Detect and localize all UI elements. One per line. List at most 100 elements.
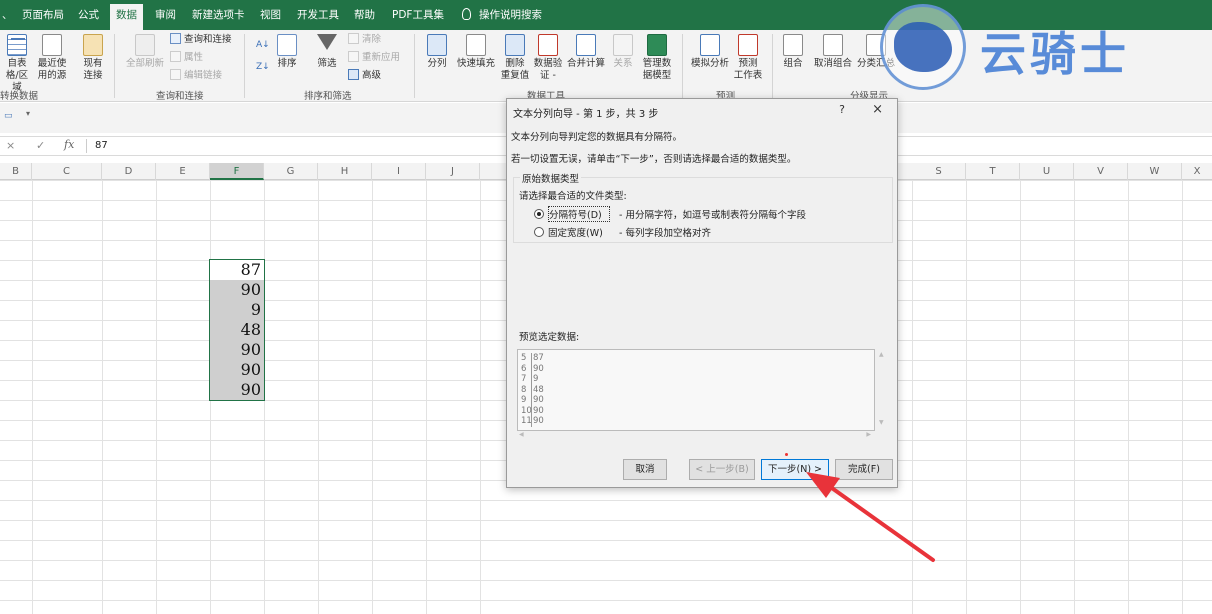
column-header-f[interactable]: F [210, 163, 264, 180]
text-to-columns-button[interactable]: 分列 [424, 34, 450, 70]
existing-connections-button[interactable]: 现有 连接 [80, 34, 106, 82]
existing-connections-icon [83, 34, 103, 56]
from-table-button[interactable]: 自表 格/区域 [2, 34, 32, 94]
relationships-button[interactable]: 关系 [610, 34, 636, 70]
column-header-v[interactable]: V [1074, 163, 1128, 180]
save-icon[interactable]: ▭ [4, 111, 13, 121]
consolidate-label: 合并计算 [566, 58, 605, 69]
ungroup-button[interactable]: 取消组合 [812, 34, 854, 70]
next-button[interactable]: 下一步(N) > [761, 459, 829, 480]
consolidate-button[interactable]: 合并计算 [566, 34, 606, 70]
fixed-width-radio[interactable] [534, 227, 544, 237]
tab-file[interactable]: 、 [0, 6, 15, 30]
grid-line [966, 180, 967, 614]
flash-fill-button[interactable]: 快速填充 [454, 34, 498, 70]
relationships-label: 关系 [613, 58, 633, 69]
edit-links-icon [170, 69, 181, 80]
filter-button[interactable]: 筛选 [314, 34, 340, 70]
preview-row: 9 90 [518, 395, 874, 406]
cancel-entry-icon[interactable]: × [6, 139, 15, 152]
delimited-option[interactable]: 分隔符号(D) - 用分隔字符，如逗号或制表符分隔每个字段 [534, 206, 806, 222]
preview-vertical-scrollbar[interactable]: ▲ ▼ [877, 349, 887, 431]
grid-line [102, 180, 103, 614]
tab-formulas[interactable]: 公式 [76, 6, 101, 30]
preview-horizontal-scrollbar[interactable]: ◀ ▶ [517, 431, 875, 439]
delimited-label[interactable]: 分隔符号(D) [548, 206, 610, 222]
tell-me-search[interactable]: 操作说明搜索 [460, 6, 544, 30]
insert-function-icon[interactable]: fx [64, 138, 74, 151]
column-header-c[interactable]: C [32, 163, 102, 180]
scroll-down-icon[interactable]: ▼ [879, 419, 884, 426]
refresh-all-label: 全部刷新 [125, 58, 164, 69]
manage-data-model-button[interactable]: 管理数 据模型 [640, 34, 674, 82]
separator [414, 34, 415, 98]
confirm-entry-icon[interactable]: ✓ [36, 139, 45, 152]
column-header-s[interactable]: S [912, 163, 966, 180]
what-if-label: 模拟分析 [690, 58, 729, 69]
tab-developer[interactable]: 开发工具 [295, 6, 341, 30]
remove-duplicates-button[interactable]: 删除 重复值 [500, 34, 530, 82]
grid-line [1182, 180, 1183, 614]
sort-label: 排序 [277, 58, 297, 69]
fixed-width-option[interactable]: 固定宽度(W) - 每列字段加空格对齐 [534, 225, 711, 239]
grid-line [480, 180, 481, 614]
fixed-width-label[interactable]: 固定宽度(W) [548, 225, 610, 239]
recent-sources-button[interactable]: 最近使 用的源 [36, 34, 68, 82]
tab-review[interactable]: 审阅 [153, 6, 178, 30]
column-header-t[interactable]: T [966, 163, 1020, 180]
column-header-h[interactable]: H [318, 163, 372, 180]
column-header-w[interactable]: W [1128, 163, 1182, 180]
tell-me-label: 操作说明搜索 [479, 9, 542, 21]
data-model-icon [647, 34, 667, 56]
column-header-i[interactable]: I [372, 163, 426, 180]
column-header-u[interactable]: U [1020, 163, 1074, 180]
grid-line [372, 180, 373, 614]
column-header-e[interactable]: E [156, 163, 210, 180]
tab-new-tab[interactable]: 新建选项卡 [190, 6, 247, 30]
cancel-button[interactable]: 取消 [623, 459, 667, 480]
finish-button[interactable]: 完成(F) [835, 459, 893, 480]
customize-qat-icon[interactable]: ▾ [26, 109, 30, 118]
tab-page-layout[interactable]: 页面布局 [20, 6, 66, 30]
formula-input[interactable]: 87 [95, 140, 108, 151]
group-button[interactable]: 组合 [780, 34, 806, 70]
column-header-j[interactable]: J [426, 163, 480, 180]
scroll-right-icon[interactable]: ▶ [866, 431, 871, 438]
back-button[interactable]: < 上一步(B) [689, 459, 755, 480]
tab-data[interactable]: 数据 [110, 4, 143, 30]
column-header-b[interactable]: B [0, 163, 32, 180]
data-validation-button[interactable]: 数据验 证 - [532, 34, 564, 82]
tab-help[interactable]: 帮助 [352, 6, 377, 30]
clear-filter-button[interactable]: 清除 [348, 33, 381, 47]
grid-line [32, 180, 33, 614]
help-icon[interactable]: ? [839, 103, 845, 116]
edit-links-button[interactable]: 编辑链接 [170, 69, 222, 83]
grid-line [426, 180, 427, 614]
grid-line [1074, 180, 1075, 614]
reapply-button[interactable]: 重新应用 [348, 51, 400, 65]
scroll-left-icon[interactable]: ◀ [519, 431, 524, 438]
scroll-up-icon[interactable]: ▲ [879, 351, 884, 358]
clear-icon [348, 33, 359, 44]
tab-pdf-tools[interactable]: PDF工具集 [390, 6, 446, 30]
tab-view[interactable]: 视图 [258, 6, 283, 30]
sort-desc-icon[interactable]: Z↓ [256, 60, 270, 74]
queries-connections-button[interactable]: 查询和连接 [170, 33, 232, 47]
advanced-filter-button[interactable]: 高级 [348, 69, 381, 83]
what-if-analysis-button[interactable]: 模拟分析 [688, 34, 732, 70]
edit-links-label: 编辑链接 [184, 70, 223, 81]
data-preview-box[interactable]: 5 87 6 90 79 8 48 9 90 1090 1190 [517, 349, 875, 431]
properties-button[interactable]: 属性 [170, 51, 203, 65]
forecast-sheet-button[interactable]: 预测 工作表 [732, 34, 764, 82]
column-header-d[interactable]: D [102, 163, 156, 180]
close-icon[interactable]: × [872, 102, 883, 117]
column-header-x[interactable]: X [1182, 163, 1212, 180]
refresh-all-button[interactable]: 全部刷新 [122, 34, 168, 70]
column-header-g[interactable]: G [264, 163, 318, 180]
sort-button[interactable]: 排序 [274, 34, 300, 70]
preview-row: 5 87 [518, 353, 874, 364]
sort-asc-icon[interactable]: A↓ [256, 38, 270, 52]
delimited-radio[interactable] [534, 209, 544, 219]
delimited-description: - 用分隔字符，如逗号或制表符分隔每个字段 [619, 210, 806, 221]
text-to-columns-wizard-dialog: 文本分列向导 - 第 1 步，共 3 步 ? × 文本分列向导判定您的数据具有分… [506, 98, 898, 488]
